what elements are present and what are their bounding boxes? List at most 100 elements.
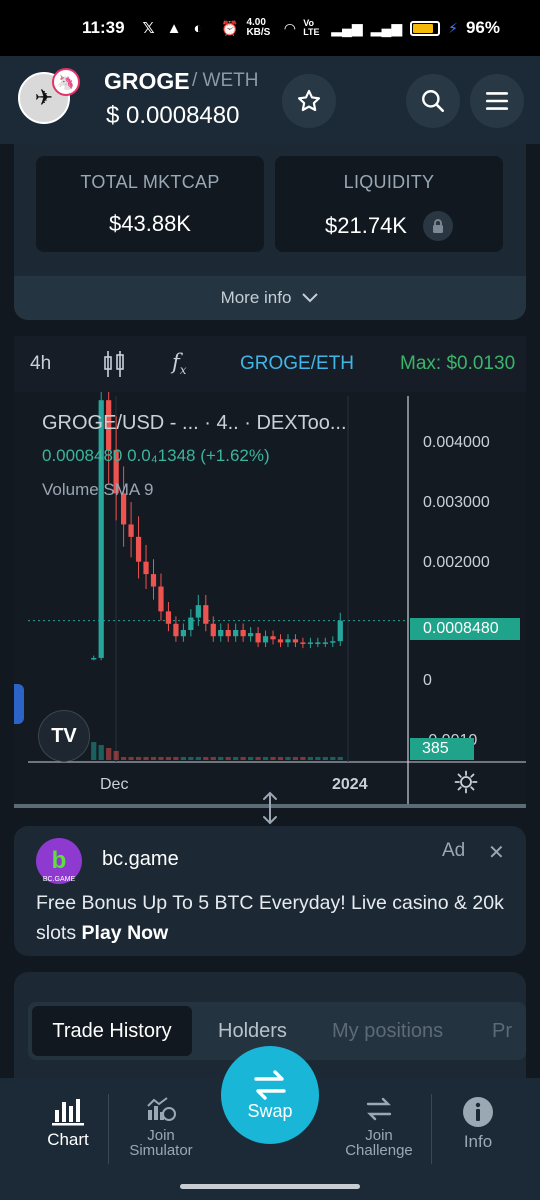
volume-bar xyxy=(337,757,343,760)
battery-percent: 96% xyxy=(465,18,500,37)
volume-bar xyxy=(307,757,313,760)
wifi-icon: ◠ xyxy=(284,19,296,36)
x-tick-label: 2024 xyxy=(332,776,368,793)
liquidity-value: $21.74K xyxy=(325,213,407,238)
candle-body xyxy=(150,574,157,587)
ad-cta-link[interactable]: Play Now xyxy=(82,922,169,944)
volume-bar xyxy=(143,757,149,760)
volume-bar xyxy=(165,757,172,760)
volume-bar xyxy=(106,748,112,760)
nav-info[interactable]: Info xyxy=(448,1096,508,1150)
chevron-down-icon xyxy=(302,293,319,303)
tab-trade-history[interactable]: Trade History xyxy=(32,1006,192,1056)
hamburger-icon xyxy=(485,92,509,110)
drawer-toggle[interactable] xyxy=(14,684,24,724)
candle-body xyxy=(337,620,343,642)
gear-icon[interactable] xyxy=(454,770,478,794)
volume-bar xyxy=(121,757,127,760)
volume-bar xyxy=(270,757,276,760)
more-info-button[interactable]: More info xyxy=(14,276,526,320)
volume-bar xyxy=(248,757,254,760)
volume-tag: 385 xyxy=(410,738,474,760)
candle-body xyxy=(173,623,179,637)
candle-body xyxy=(285,639,291,643)
volume-bar xyxy=(135,757,142,760)
volume-bar xyxy=(240,757,246,760)
liquidity-label: LIQUIDITY xyxy=(343,172,435,192)
volume-bar xyxy=(277,757,284,760)
volume-bar xyxy=(322,757,328,760)
ad-text: Free Bonus Up To 5 BTC Everyday! Live ca… xyxy=(36,888,506,948)
candle-body xyxy=(210,623,216,637)
ad-banner[interactable]: b BC.GAME bc.game Ad ✕ Free Bonus Up To … xyxy=(14,826,526,956)
candle-body xyxy=(180,630,186,637)
volume-bar xyxy=(150,757,157,760)
swap-label: Swap xyxy=(247,1100,293,1121)
stats-panel: TOTAL MKTCAP $43.88K LIQUIDITY $21.74K M… xyxy=(14,144,526,320)
mktcap-card: TOTAL MKTCAP $43.88K xyxy=(36,156,264,252)
candle-body xyxy=(270,636,276,640)
tradingview-logo[interactable]: TV xyxy=(38,710,90,762)
candles-icon[interactable] xyxy=(102,350,126,378)
volume-bar xyxy=(315,757,321,760)
candle-body xyxy=(158,586,164,612)
nav-challenge-line2: Challenge xyxy=(345,1142,413,1159)
last-price-tag: 0.0008480 xyxy=(410,618,520,640)
menu-button[interactable] xyxy=(470,74,524,128)
x-app-icon: 𝕏 xyxy=(142,20,155,37)
chart-toolbar: 4h fx GROGE/ETH Max: $0.0130 xyxy=(14,336,526,392)
price-chart: 4h fx GROGE/ETH Max: $0.0130 GROGE/USD -… xyxy=(14,336,526,808)
candle-body xyxy=(225,630,231,637)
volume-bar xyxy=(203,757,209,760)
search-button[interactable] xyxy=(406,74,460,128)
ad-name: bc.game xyxy=(102,848,179,870)
chart-pair-toggle[interactable]: GROGE/ETH xyxy=(240,353,354,375)
volume-bar xyxy=(233,757,239,760)
volume-bar xyxy=(255,757,261,760)
candle-body xyxy=(165,611,172,624)
network-label: Vo LTE xyxy=(303,18,320,37)
volume-bar xyxy=(158,757,164,760)
chart-canvas[interactable]: GROGE/USD - ... · 4.. · DEXToo... 0.0008… xyxy=(14,392,526,808)
lock-icon[interactable] xyxy=(422,211,453,241)
search-icon xyxy=(422,90,445,113)
volume-bar xyxy=(98,745,104,760)
ad-tag: Ad xyxy=(442,840,466,861)
interval-selector[interactable]: 4h xyxy=(30,353,51,375)
more-info-label: More info xyxy=(220,288,292,307)
token-pair: / WETH xyxy=(192,70,259,91)
close-icon[interactable]: ✕ xyxy=(488,840,505,865)
indicators-icon[interactable]: fx xyxy=(172,350,187,377)
swap-arrows-icon xyxy=(254,1069,286,1100)
volume-bar xyxy=(262,757,269,760)
candle-body xyxy=(292,639,299,643)
candle-body xyxy=(330,641,336,643)
swap-button[interactable]: Swap xyxy=(221,1046,319,1144)
chain-badge-icon: 🦄 xyxy=(52,68,80,96)
tab-more[interactable]: Pr xyxy=(492,1006,512,1056)
max-price: Max: $0.0130 xyxy=(400,353,516,374)
y-tick-label: 0.002000 xyxy=(423,554,490,571)
token-price: $ 0.0008480 xyxy=(106,102,240,129)
resize-handle-icon[interactable] xyxy=(258,790,282,826)
volume-bar xyxy=(180,757,186,760)
y-tick-label: 0.004000 xyxy=(423,434,490,451)
nav-join-simulator[interactable]: Join Simulator xyxy=(118,1096,204,1158)
token-header: ✈ 🦄 GROGE / WETH $ 0.0008480 xyxy=(0,56,540,144)
legend-values: 0.0008480 0.0₄1348 (+1.62%) xyxy=(42,446,270,465)
arrows-exchange-icon xyxy=(366,1097,392,1121)
status-bar: 11:39 𝕏 ▲ ◐ ⏰ 4.00 KB/S ◠ Vo LTE ▂▄▆ ▂▄▆… xyxy=(0,0,540,56)
nav-join-challenge[interactable]: Join Challenge xyxy=(336,1096,422,1158)
volume-bar xyxy=(225,757,231,760)
nav-chart[interactable]: Chart xyxy=(38,1096,98,1148)
simulator-icon xyxy=(147,1097,176,1121)
tab-my-positions[interactable]: My positions xyxy=(332,1006,443,1056)
volume-bar xyxy=(300,757,306,760)
candle-body xyxy=(91,657,97,660)
candle-body xyxy=(277,639,284,643)
bcgame-logo-sub: BC.GAME xyxy=(42,876,76,883)
volume-bar xyxy=(113,751,119,760)
candle-body xyxy=(128,524,134,537)
home-indicator xyxy=(180,1184,360,1189)
favorite-button[interactable] xyxy=(282,74,336,128)
